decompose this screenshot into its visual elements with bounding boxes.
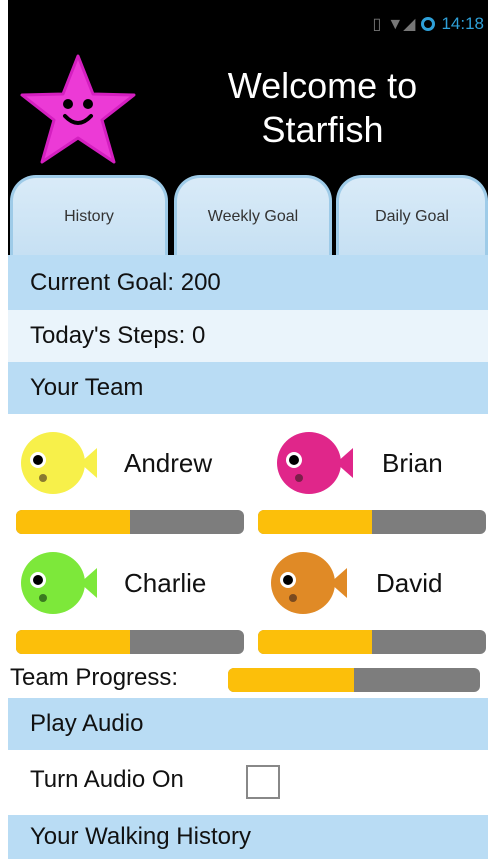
status-time: 14:18: [441, 14, 484, 33]
charlie-fish-icon: [21, 552, 97, 614]
team-progress-label: Team Progress:: [10, 664, 179, 691]
member-progress-bar: [258, 510, 486, 534]
audio-checkbox[interactable]: [246, 765, 280, 799]
sync-icon: [421, 17, 436, 31]
battery-icon: ▯: [372, 16, 382, 33]
member-progress-bar: [16, 630, 244, 654]
david-fish-icon: [271, 552, 347, 614]
tab-daily-goal[interactable]: Daily Goal: [336, 175, 488, 255]
play-audio-heading: Play Audio: [8, 698, 488, 750]
member-progress-bar: [16, 510, 244, 534]
starfish-logo-icon: [20, 54, 136, 164]
signal-icon: ▼◢: [387, 16, 416, 33]
page-title: Welcome to Starfish: [227, 65, 418, 150]
brian-fish-icon: [277, 432, 353, 494]
team-progress-bar: [228, 668, 480, 692]
todays-steps: Today's Steps: 0: [8, 310, 488, 362]
tab-weekly-goal[interactable]: Weekly Goal: [174, 175, 332, 255]
tab-bar: History Weekly Goal Daily Goal: [8, 175, 488, 255]
team-heading: Your Team: [8, 362, 488, 414]
walking-history-heading: Your Walking History: [8, 815, 488, 859]
member-progress-bar: [258, 630, 486, 654]
member-name: David: [376, 568, 443, 598]
member-name: Charlie: [124, 568, 207, 598]
member-name: Brian: [382, 448, 443, 478]
andrew-fish-icon: [21, 432, 97, 494]
member-name: Andrew: [124, 448, 213, 478]
status-bar: ▯ ▼◢ 14:18: [373, 14, 485, 34]
audio-toggle-label: Turn Audio On: [30, 766, 184, 793]
current-goal: Current Goal: 200: [8, 255, 488, 310]
tab-history[interactable]: History: [10, 175, 168, 255]
